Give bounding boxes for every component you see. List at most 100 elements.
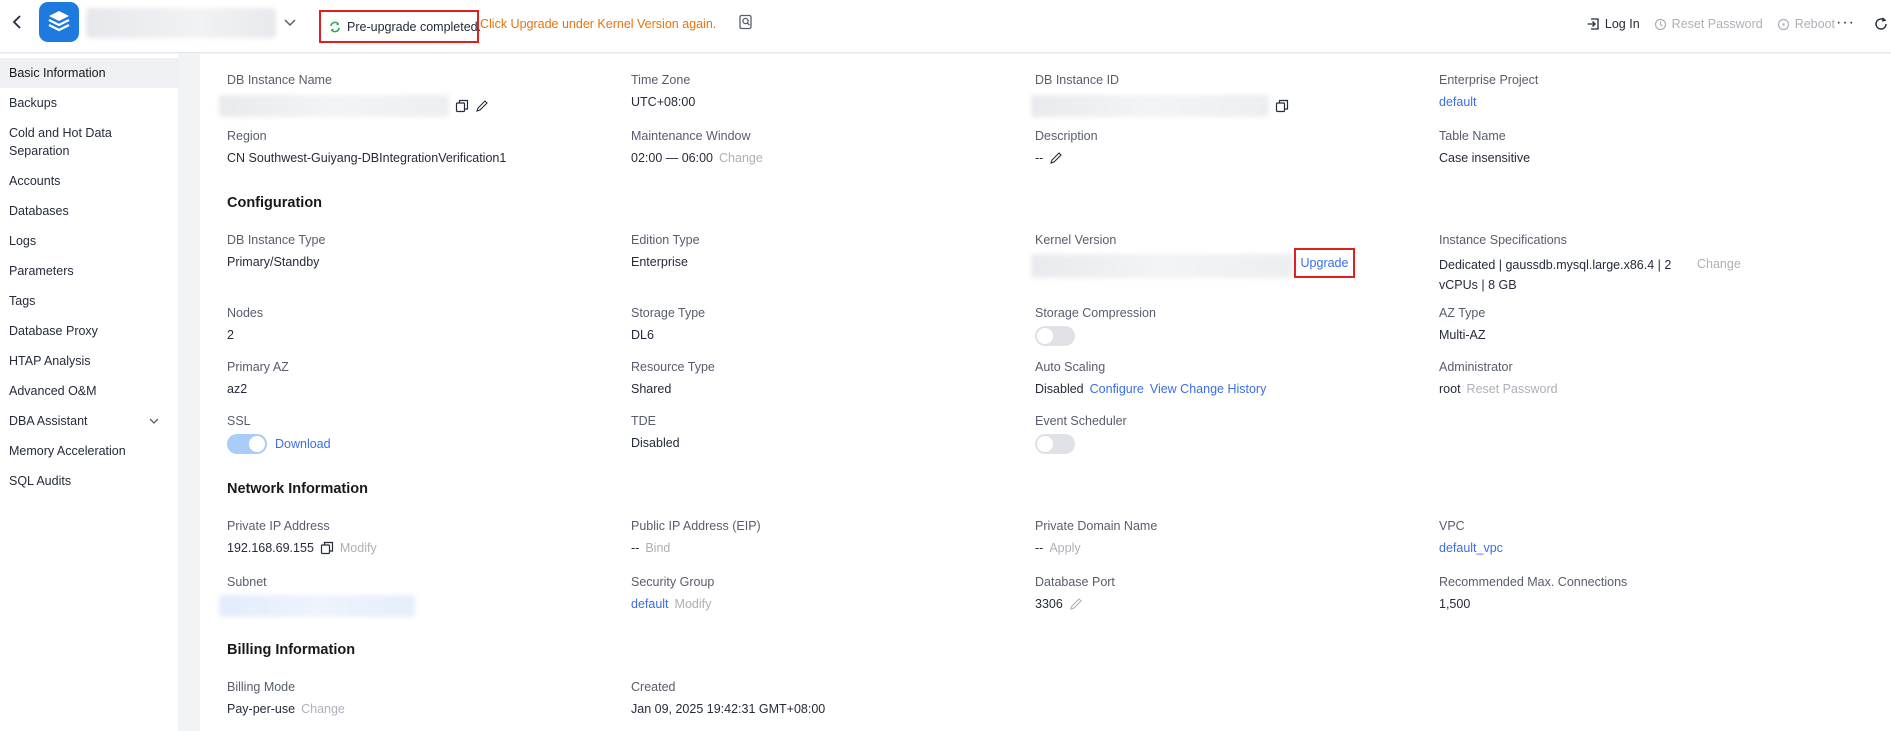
modify-security-group-link[interactable]: Modify bbox=[675, 597, 712, 611]
sidebar-item-tags[interactable]: Tags bbox=[0, 286, 178, 316]
field-value: Shared bbox=[631, 382, 672, 396]
sidebar-item-label: Cold and Hot Data Separation bbox=[9, 126, 112, 158]
field-label: SSL bbox=[227, 414, 251, 428]
bind-link[interactable]: Bind bbox=[645, 541, 670, 555]
sidebar-item-label: Database Proxy bbox=[9, 324, 98, 338]
field-value: 1,500 bbox=[1439, 597, 1471, 611]
sidebar-item-database-proxy[interactable]: Database Proxy bbox=[0, 316, 178, 346]
sidebar-item-logs[interactable]: Logs bbox=[0, 226, 178, 256]
copy-icon[interactable] bbox=[320, 541, 334, 555]
sidebar-item-databases[interactable]: Databases bbox=[0, 196, 178, 226]
back-icon[interactable] bbox=[8, 12, 28, 32]
field-label: TDE bbox=[631, 414, 656, 428]
field-table-name: Table Name Case insensitive bbox=[1439, 129, 1530, 165]
sidebar-item-htap-analysis[interactable]: HTAP Analysis bbox=[0, 346, 178, 376]
field-label: Recommended Max. Connections bbox=[1439, 575, 1628, 589]
upgrade-button[interactable]: Upgrade bbox=[1301, 256, 1349, 270]
subnet-blurred[interactable] bbox=[219, 595, 415, 617]
upgrade-hint-text: Click Upgrade under Kernel Version again… bbox=[480, 17, 717, 31]
gaussdb-logo-icon bbox=[39, 2, 79, 42]
field-maintenance-window: Maintenance Window 02:00 — 06:00 Change bbox=[631, 129, 763, 165]
field-value: DL6 bbox=[631, 328, 654, 342]
edit-icon[interactable] bbox=[1049, 151, 1063, 165]
sidebar-item-advanced-om[interactable]: Advanced O&M bbox=[0, 376, 178, 406]
main-content: DB Instance Name Time Zone UTC+08:00 DB … bbox=[200, 54, 1891, 731]
field-value: -- bbox=[631, 541, 640, 555]
field-value: Primary/Standby bbox=[227, 255, 320, 269]
field-label: Subnet bbox=[227, 575, 267, 589]
sidebar-item-sql-audits[interactable]: SQL Audits bbox=[0, 466, 178, 496]
login-button[interactable]: Log In bbox=[1586, 17, 1640, 31]
configure-link[interactable]: Configure bbox=[1090, 382, 1144, 396]
storage-compression-toggle[interactable] bbox=[1035, 326, 1075, 346]
sidebar-item-basic-information[interactable]: Basic Information bbox=[0, 58, 178, 88]
field-label: Kernel Version bbox=[1035, 233, 1117, 247]
reset-password-button[interactable]: Reset Password bbox=[1654, 17, 1763, 31]
ssl-toggle[interactable] bbox=[227, 434, 267, 454]
reboot-icon bbox=[1777, 18, 1790, 31]
sidebar-item-parameters[interactable]: Parameters bbox=[0, 256, 178, 286]
instance-id-blurred bbox=[1031, 95, 1269, 117]
sidebar-item-cold-hot-data[interactable]: Cold and Hot Data Separation bbox=[0, 118, 178, 166]
refresh-icon[interactable] bbox=[1873, 16, 1889, 32]
field-label: AZ Type bbox=[1439, 306, 1486, 320]
reboot-button[interactable]: Reboot bbox=[1777, 17, 1835, 31]
download-link[interactable]: Download bbox=[275, 437, 331, 451]
sidebar-item-accounts[interactable]: Accounts bbox=[0, 166, 178, 196]
field-database-port: Database Port 3306 bbox=[1035, 575, 1115, 611]
field-value: 3306 bbox=[1035, 597, 1063, 611]
vpc-link[interactable]: default_vpc bbox=[1439, 541, 1503, 555]
field-db-instance-type: DB Instance Type Primary/Standby bbox=[227, 233, 325, 269]
sidebar-item-label: DBA Assistant bbox=[9, 414, 88, 428]
field-az-type: AZ Type Multi-AZ bbox=[1439, 306, 1486, 342]
sidebar-item-label: Backups bbox=[9, 96, 57, 110]
field-label: Region bbox=[227, 129, 267, 143]
specs-change-link[interactable]: Change bbox=[1697, 257, 1741, 271]
view-change-history-link[interactable]: View Change History bbox=[1150, 382, 1267, 396]
section-title-configuration: Configuration bbox=[227, 195, 323, 211]
security-group-link[interactable]: default bbox=[631, 597, 669, 611]
event-scheduler-toggle[interactable] bbox=[1035, 434, 1075, 454]
field-private-domain: Private Domain Name -- Apply bbox=[1035, 519, 1157, 555]
field-label: Resource Type bbox=[631, 360, 715, 374]
field-value: 2 bbox=[227, 328, 234, 342]
login-label: Log In bbox=[1604, 17, 1640, 31]
search-doc-icon[interactable] bbox=[738, 14, 754, 30]
chevron-down-icon[interactable] bbox=[283, 15, 297, 29]
field-label: Time Zone bbox=[631, 73, 691, 87]
billing-change-link[interactable]: Change bbox=[301, 702, 345, 716]
sidebar-item-memory-acceleration[interactable]: Memory Acceleration bbox=[0, 436, 178, 466]
apply-link[interactable]: Apply bbox=[1049, 541, 1080, 555]
pre-upgrade-status: Pre-upgrade completed. bbox=[319, 10, 481, 43]
field-value: Pay-per-use bbox=[227, 702, 296, 716]
reset-password-link[interactable]: Reset Password bbox=[1467, 382, 1558, 396]
sidebar-item-dba-assistant[interactable]: DBA Assistant bbox=[0, 406, 178, 436]
field-vpc: VPC default_vpc bbox=[1439, 519, 1503, 555]
field-label: Created bbox=[631, 680, 676, 694]
enterprise-project-link[interactable]: default bbox=[1439, 95, 1477, 109]
field-primary-az: Primary AZ az2 bbox=[227, 360, 289, 396]
field-value: Enterprise bbox=[631, 255, 688, 269]
field-auto-scaling: Auto Scaling Disabled Configure View Cha… bbox=[1035, 360, 1266, 396]
maintenance-change-link[interactable]: Change bbox=[719, 151, 763, 165]
field-db-instance-name: DB Instance Name bbox=[219, 73, 489, 117]
field-nodes: Nodes 2 bbox=[227, 306, 263, 342]
sidebar-item-backups[interactable]: Backups bbox=[0, 88, 178, 118]
edit-icon[interactable] bbox=[1069, 597, 1083, 611]
field-label: Database Port bbox=[1035, 575, 1115, 589]
field-value: Disabled bbox=[1035, 382, 1084, 396]
specs-line-2: vCPUs | 8 GB bbox=[1439, 278, 1517, 292]
copy-icon[interactable] bbox=[455, 99, 469, 113]
edit-icon[interactable] bbox=[475, 99, 489, 113]
section-title-billing: Billing Information bbox=[227, 642, 356, 658]
copy-icon[interactable] bbox=[1275, 99, 1289, 113]
more-icon[interactable]: ··· bbox=[1836, 14, 1855, 32]
field-value: root bbox=[1439, 382, 1461, 396]
field-value: -- bbox=[1035, 541, 1044, 555]
kernel-version-blurred bbox=[1031, 254, 1293, 278]
field-label: Event Scheduler bbox=[1035, 414, 1127, 428]
field-label: DB Instance ID bbox=[1035, 73, 1120, 87]
field-value: 02:00 — 06:00 bbox=[631, 151, 714, 165]
section-title-network: Network Information bbox=[227, 481, 368, 497]
modify-ip-link[interactable]: Modify bbox=[340, 541, 377, 555]
